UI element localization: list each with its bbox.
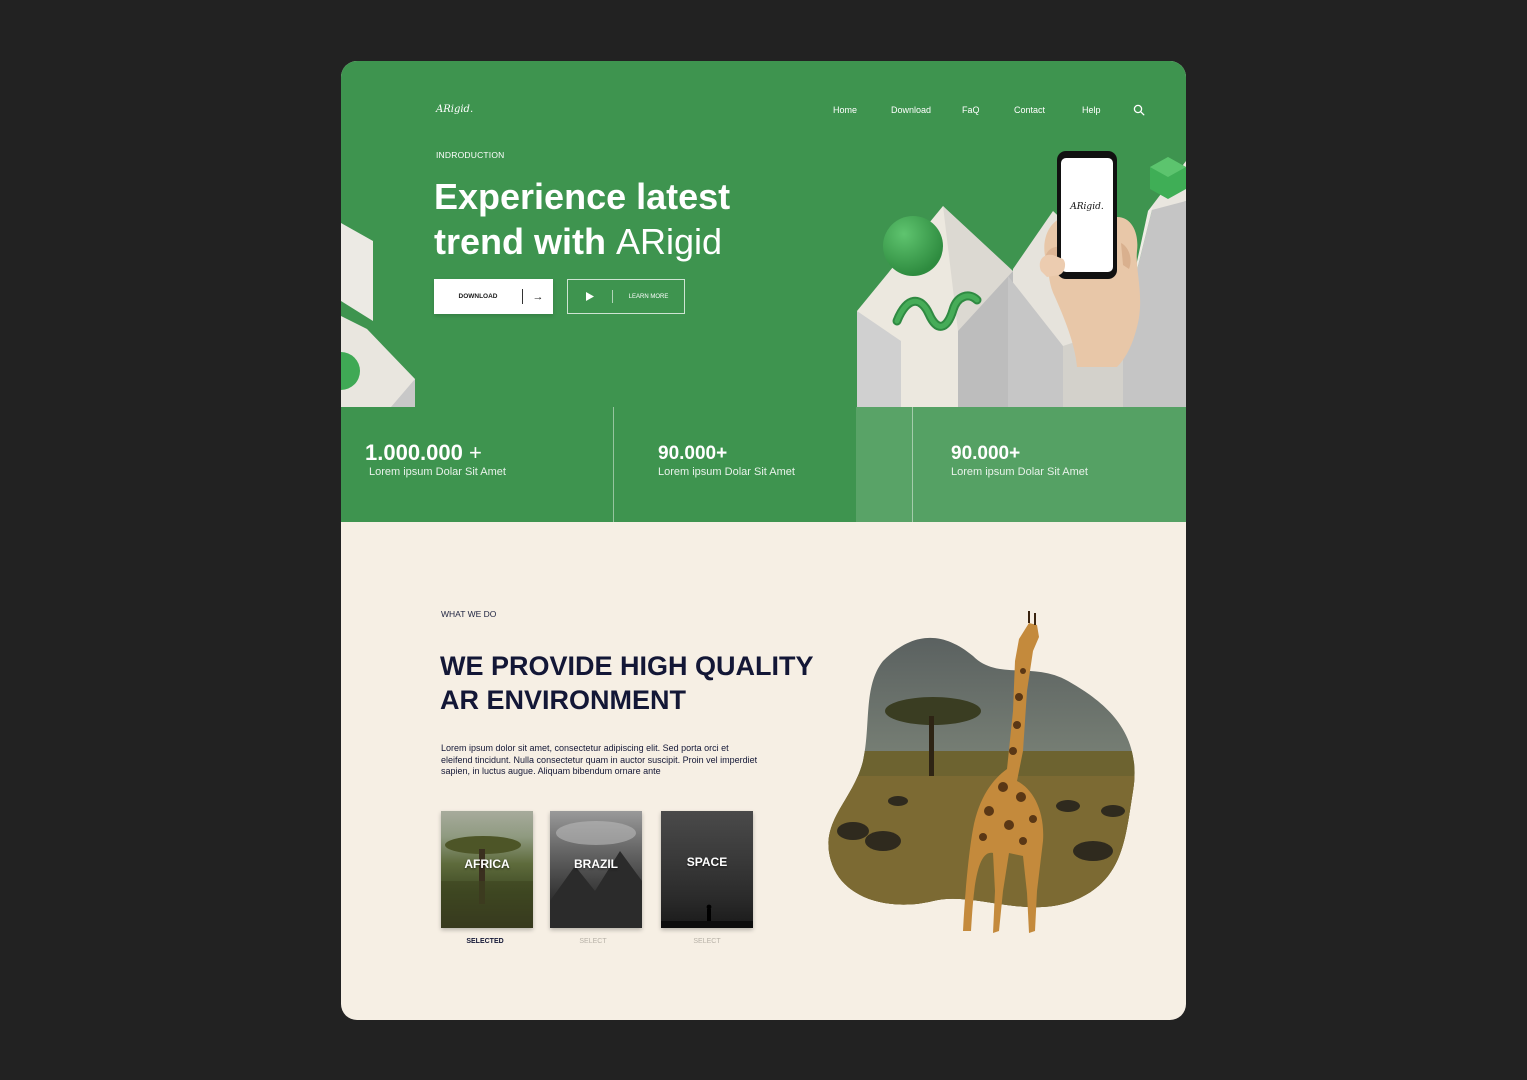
section-title-line2: AR ENVIRONMENT [440, 685, 687, 715]
hero-headline-brand: ARigid [616, 221, 723, 262]
stat-label: Lorem ipsum Dolar Sit Amet [951, 466, 1088, 478]
stat-item: 1.000.000 + Lorem ipsum Dolar Sit Amet [341, 407, 614, 522]
hero-eyebrow: INDRODUCTION [436, 150, 505, 160]
stat-value: 90.000+ [951, 443, 1021, 464]
tile-label-space: SPACE [686, 855, 728, 869]
stat-value: 90.000+ [658, 443, 728, 464]
play-icon [568, 292, 612, 301]
left-blocks-decoration [341, 223, 415, 407]
tile-caption-select: SELECT [579, 938, 607, 945]
phone-screen-logo: ARigid. [1070, 202, 1104, 212]
stat-label: Lorem ipsum Dolar Sit Amet [369, 466, 506, 478]
tile-label-brazil: BRAZIL [574, 857, 618, 871]
nav-help[interactable]: Help [1082, 105, 1101, 115]
section-eyebrow: WHAT WE DO [441, 609, 497, 619]
section-description: Lorem ipsum dolor sit amet, consectetur … [441, 743, 758, 776]
stats-overlay [856, 407, 913, 522]
nav-home[interactable]: Home [833, 105, 857, 115]
hero-headline-line2: trend with ARigid [434, 219, 730, 264]
section-title: WE PROVIDE HIGH QUALITY AR ENVIRONMENT [440, 649, 814, 717]
landing-page: ARigid. ARigid. Home Download FaQ Contac… [341, 61, 1186, 1020]
stat-label: Lorem ipsum Dolar Sit Amet [658, 466, 795, 478]
nav-download[interactable]: Download [891, 105, 931, 115]
person-silhouette-illustration [661, 904, 753, 928]
hand-phone-illustration [1039, 151, 1141, 367]
hero-headline: Experience latest trend with ARigid [434, 174, 730, 264]
nav-faq[interactable]: FaQ [962, 105, 980, 115]
green-sphere-decoration [883, 216, 943, 276]
download-button[interactable]: DOWNLOAD → [434, 279, 553, 314]
nav-contact[interactable]: Contact [1014, 105, 1045, 115]
stat-value-number: 1.000.000 [365, 440, 463, 465]
environment-tile-brazil[interactable]: BRAZIL [550, 811, 642, 928]
squiggle-decoration [892, 291, 982, 331]
arrow-right-icon: → [532, 290, 544, 303]
environment-tile-africa[interactable]: AFRICA [441, 811, 533, 928]
download-button-label: DOWNLOAD [458, 293, 498, 300]
search-icon[interactable] [1133, 104, 1145, 116]
tile-label-africa: AFRICA [464, 857, 510, 871]
stat-item: 90.000+ Lorem ipsum Dolar Sit Amet [913, 407, 1186, 522]
tile-caption-select: SELECT [693, 938, 721, 945]
stat-value: 1.000.000 + [365, 440, 482, 466]
hero-section: ARigid. ARigid. Home Download FaQ Contac… [341, 61, 1186, 407]
learn-more-button[interactable]: LEARN MORE [567, 279, 685, 314]
tile-caption-selected: SELECTED [466, 938, 504, 945]
environment-tile-space[interactable]: SPACE [661, 811, 753, 928]
section-title-line1: WE PROVIDE HIGH QUALITY [440, 651, 814, 681]
stat-value-suffix: + [469, 440, 482, 465]
stats-bar: 1.000.000 + Lorem ipsum Dolar Sit Amet 9… [341, 407, 1186, 522]
hero-headline-line1: Experience latest [434, 176, 731, 217]
giraffe-savanna-image [828, 611, 1135, 933]
main-nav: Home Download FaQ Contact Help [341, 105, 1186, 119]
learn-more-label: LEARN MORE [628, 293, 669, 300]
hero-headline-bold: trend with [434, 221, 616, 262]
